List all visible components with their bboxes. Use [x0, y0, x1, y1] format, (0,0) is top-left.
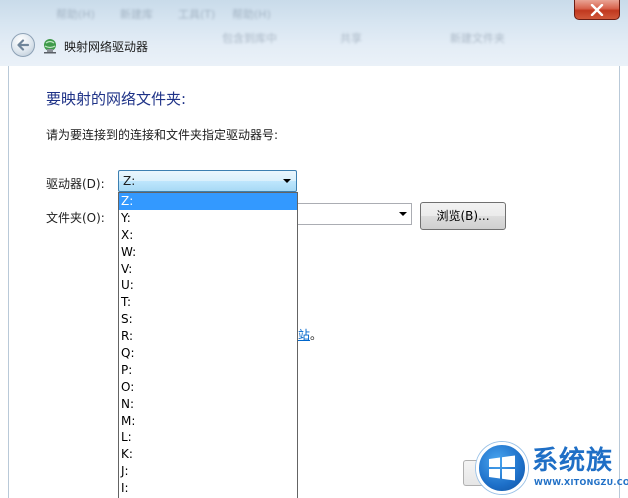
- blurred-text: 新建库: [120, 8, 153, 21]
- dropdown-item-p[interactable]: P:: [119, 362, 297, 379]
- drive-dropdown-list: Z: Y: X: W: V: U: T: S: R: Q: P: O: N: M…: [118, 192, 298, 498]
- blurred-text: 帮助(H): [232, 8, 271, 21]
- chevron-down-icon: [283, 179, 291, 183]
- dropdown-item-m[interactable]: M:: [119, 413, 297, 430]
- watermark-logo: 系统族 WWW.XITONGZU.COM: [476, 438, 628, 498]
- browse-button[interactable]: 浏览(B)...: [420, 202, 506, 230]
- back-button[interactable]: [11, 33, 35, 57]
- blurred-text: 新建文件夹: [450, 32, 505, 45]
- dropdown-item-j[interactable]: J:: [119, 463, 297, 480]
- window-title: 映射网络驱动器: [64, 40, 149, 54]
- title-bar: 帮助(H) 新建库 工具(T) 帮助(H) 包含到库中 共享 新建文件夹 映射网…: [0, 0, 628, 66]
- dropdown-item-n[interactable]: N:: [119, 396, 297, 413]
- link-text[interactable]: 站: [298, 328, 310, 342]
- dropdown-item-l[interactable]: L:: [119, 429, 297, 446]
- dropdown-item-u[interactable]: U:: [119, 277, 297, 294]
- windows-flag-icon: [489, 455, 515, 481]
- dropdown-item-z[interactable]: Z:: [119, 193, 297, 210]
- drive-select-value: Z:: [123, 174, 136, 188]
- chevron-down-icon[interactable]: [399, 212, 407, 216]
- dropdown-item-v[interactable]: V:: [119, 261, 297, 278]
- back-arrow-icon: [17, 39, 30, 51]
- link-trailing-punctuation: 。: [310, 328, 323, 342]
- dropdown-item-s[interactable]: S:: [119, 311, 297, 328]
- drive-select[interactable]: Z:: [118, 170, 297, 192]
- blurred-text: 共享: [340, 32, 362, 45]
- dropdown-item-w[interactable]: W:: [119, 244, 297, 261]
- blurred-text: 包含到库中: [222, 32, 277, 45]
- blurred-text: 帮助(H): [56, 8, 95, 21]
- dropdown-item-k[interactable]: K:: [119, 446, 297, 463]
- windows-logo-icon: [476, 442, 528, 494]
- link-fragment[interactable]: 站。: [298, 326, 322, 343]
- dropdown-item-x[interactable]: X:: [119, 227, 297, 244]
- watermark-title: 系统族: [532, 446, 614, 476]
- network-drive-icon: [44, 39, 56, 54]
- close-icon: [590, 3, 604, 16]
- close-button[interactable]: [574, 0, 620, 20]
- blurred-text: 工具(T): [178, 8, 216, 21]
- folder-combo[interactable]: [296, 203, 412, 225]
- watermark-url: WWW.XITONGZU.COM: [534, 478, 628, 487]
- dropdown-item-r[interactable]: R:: [119, 328, 297, 345]
- page-heading: 要映射的网络文件夹:: [46, 90, 187, 108]
- dropdown-item-t[interactable]: T:: [119, 294, 297, 311]
- drive-label: 驱动器(D):: [46, 177, 105, 191]
- dropdown-item-o[interactable]: O:: [119, 379, 297, 396]
- dropdown-item-y[interactable]: Y:: [119, 210, 297, 227]
- dropdown-item-i[interactable]: I:: [119, 480, 297, 497]
- folder-label: 文件夹(O):: [46, 211, 105, 225]
- dropdown-item-q[interactable]: Q:: [119, 345, 297, 362]
- instruction-text: 请为要连接到的连接和文件夹指定驱动器号:: [46, 128, 279, 142]
